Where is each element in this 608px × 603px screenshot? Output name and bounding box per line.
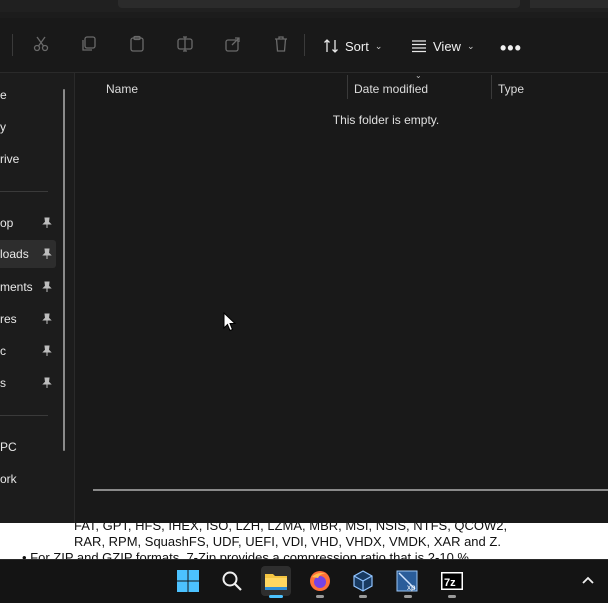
toolbar-divider [12, 34, 13, 56]
start-button[interactable] [173, 566, 203, 596]
nav-item-label: c [0, 344, 6, 358]
column-divider[interactable] [347, 75, 348, 99]
running-indicator [448, 595, 456, 598]
taskbar-file-explorer[interactable] [261, 566, 291, 598]
taskbar-search-button[interactable] [217, 566, 247, 596]
horizontal-scrollbar[interactable] [93, 489, 608, 491]
taskbar-virtualbox[interactable] [348, 566, 378, 598]
empty-folder-message: This folder is empty. [332, 113, 440, 127]
delete-button[interactable] [269, 32, 293, 56]
taskbar: xp 7z [0, 559, 608, 603]
svg-text:xp: xp [407, 583, 416, 592]
doc-line: RAR, RPM, SquashFS, UDF, UEFI, VDI, VHD,… [74, 534, 501, 549]
doc-line: • For ZIP and GZIP formats, 7-Zip provid… [22, 550, 469, 559]
nav-item-label: ork [0, 472, 17, 486]
file-list-pane[interactable]: Name ⌄ Date modified Type This folder is… [75, 71, 608, 523]
pin-icon [42, 248, 52, 259]
nav-item-downloads[interactable]: loads [0, 240, 56, 268]
nav-item-label: res [0, 312, 17, 326]
address-bar[interactable] [118, 0, 520, 8]
view-list-icon [412, 40, 426, 53]
sort-button[interactable]: Sort ⌄ [323, 36, 382, 56]
copy-icon [82, 36, 96, 51]
nav-item-documents[interactable]: ments [0, 273, 56, 301]
nav-divider [0, 191, 48, 192]
pin-icon [42, 345, 52, 356]
taskbar-firefox[interactable] [305, 566, 335, 598]
nav-item-label: e [0, 88, 7, 102]
share-button[interactable] [221, 32, 245, 56]
nav-item-pictures[interactable]: res [0, 305, 56, 333]
nav-item-home[interactable]: e [0, 81, 56, 109]
column-header-name[interactable]: Name [106, 78, 138, 100]
nav-item-desktop[interactable]: op [0, 209, 56, 237]
pin-icon [42, 377, 52, 388]
rename-button[interactable] [173, 32, 197, 56]
column-date-label: Date modified [354, 82, 429, 96]
navigation-pane: e y rive op loads ments res c s PC ork [0, 73, 74, 523]
command-bar: Sort ⌄ View ⌄ ••• [0, 18, 608, 73]
view-button[interactable]: View ⌄ [411, 36, 475, 56]
7zip-icon: 7z [441, 572, 463, 590]
nav-item-label: ments [0, 280, 33, 294]
mouse-cursor-icon [223, 312, 237, 332]
share-icon [225, 37, 240, 52]
nav-item-music[interactable]: c [0, 337, 56, 365]
nav-item-label: op [0, 216, 14, 230]
sort-icon [324, 39, 338, 53]
nav-item-onedrive[interactable]: rive [0, 145, 56, 173]
chevron-down-icon: ⌄ [466, 40, 475, 51]
trash-icon [275, 36, 287, 52]
scissors-icon [33, 36, 49, 52]
svg-text:7z: 7z [444, 577, 456, 589]
column-type-label: Type [498, 82, 525, 96]
folder-icon [265, 574, 287, 590]
title-bar-strip [0, 0, 608, 12]
toolbar-divider [304, 34, 305, 56]
nav-item-this-pc[interactable]: PC [0, 433, 56, 461]
clipboard-icon [130, 35, 144, 52]
running-indicator [359, 595, 367, 598]
cut-button[interactable] [29, 32, 53, 56]
pin-icon [42, 217, 52, 228]
running-indicator [316, 595, 324, 598]
nav-item-label: loads [0, 247, 29, 261]
taskbar-7zip[interactable]: 7z [437, 566, 467, 598]
column-header-date-modified[interactable]: Date modified [354, 78, 428, 100]
pin-icon [42, 313, 52, 324]
pin-icon [42, 281, 52, 292]
copy-button[interactable] [77, 32, 101, 56]
search-icon [222, 571, 242, 591]
column-divider[interactable] [491, 75, 492, 99]
running-indicator [404, 595, 412, 598]
chevron-down-icon: ⌄ [374, 40, 383, 51]
doc-line: FAT, GPT, HFS, IHEX, ISO, LZH, LZMA, MBR… [74, 523, 508, 533]
search-box[interactable] [530, 0, 608, 8]
vm-xp-icon: xp [396, 570, 418, 592]
column-name-label: Name [106, 82, 139, 96]
nav-item-label: PC [0, 440, 17, 454]
nav-scrollbar[interactable] [63, 89, 65, 451]
view-label: View [433, 38, 461, 54]
background-document: FAT, GPT, HFS, IHEX, ISO, LZH, LZMA, MBR… [0, 523, 608, 559]
taskbar-vmware-xp[interactable]: xp [393, 566, 423, 598]
nav-item-label: rive [0, 152, 20, 166]
virtualbox-icon [353, 570, 373, 592]
more-options-button[interactable]: ••• [500, 38, 522, 59]
nav-divider [0, 415, 48, 416]
column-header-type[interactable]: Type [498, 78, 524, 100]
active-indicator [269, 595, 283, 598]
windows-logo-icon [177, 570, 199, 592]
rename-icon [177, 36, 193, 52]
paste-button[interactable] [125, 32, 149, 56]
nav-item-videos[interactable]: s [0, 369, 56, 397]
nav-item-label: y [0, 120, 6, 134]
chevron-up-icon[interactable] [580, 572, 596, 588]
nav-item-label: s [0, 376, 6, 390]
nav-item-network[interactable]: ork [0, 465, 56, 493]
nav-item-gallery[interactable]: y [0, 113, 56, 141]
sort-label: Sort [345, 38, 369, 54]
firefox-icon [310, 571, 330, 591]
